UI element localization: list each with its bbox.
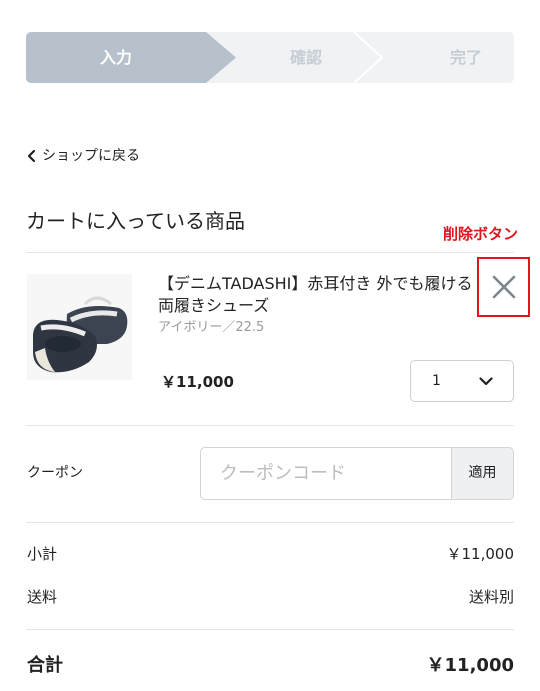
back-to-shop-link[interactable]: ショップに戻る <box>26 145 140 167</box>
divider <box>26 522 514 523</box>
quantity-value: 1 <box>432 373 441 389</box>
delete-item-button[interactable] <box>477 257 530 317</box>
step-complete: 完了 <box>449 48 482 67</box>
total-value: ￥11,000 <box>426 655 514 676</box>
cart-section-title: カートに入っている商品 <box>26 209 245 233</box>
coupon-code-input[interactable] <box>200 447 452 500</box>
total-label: 合計 <box>27 655 63 676</box>
shipping-value: 送料別 <box>468 588 514 606</box>
product-image <box>27 274 132 380</box>
divider <box>26 629 514 630</box>
checkout-stepper: 入力 確認 完了 <box>26 32 514 83</box>
subtotal-value: ￥11,000 <box>446 545 515 563</box>
step-confirm: 確認 <box>289 48 322 67</box>
chevron-left-icon <box>27 149 36 163</box>
close-icon <box>492 275 515 299</box>
subtotal-label: 小計 <box>27 545 58 563</box>
step-input: 入力 <box>99 48 132 67</box>
divider <box>26 252 514 253</box>
delete-button-annotation: 削除ボタン <box>443 225 519 243</box>
chevron-down-icon <box>479 376 493 385</box>
divider <box>26 425 514 426</box>
quantity-select[interactable]: 1 <box>410 360 514 402</box>
product-price: ￥11,000 <box>161 373 234 391</box>
shipping-label: 送料 <box>27 588 58 606</box>
shoes-product-photo-icon <box>27 274 132 380</box>
back-link-label: ショップに戻る <box>42 148 140 164</box>
product-variant: アイボリー／22.5 <box>158 320 265 335</box>
coupon-label: クーポン <box>27 465 83 481</box>
product-name[interactable]: 【デニムTADASHI】赤耳付き 外でも履ける 両履きシューズ <box>158 273 483 317</box>
coupon-apply-button[interactable]: 適用 <box>451 447 514 500</box>
